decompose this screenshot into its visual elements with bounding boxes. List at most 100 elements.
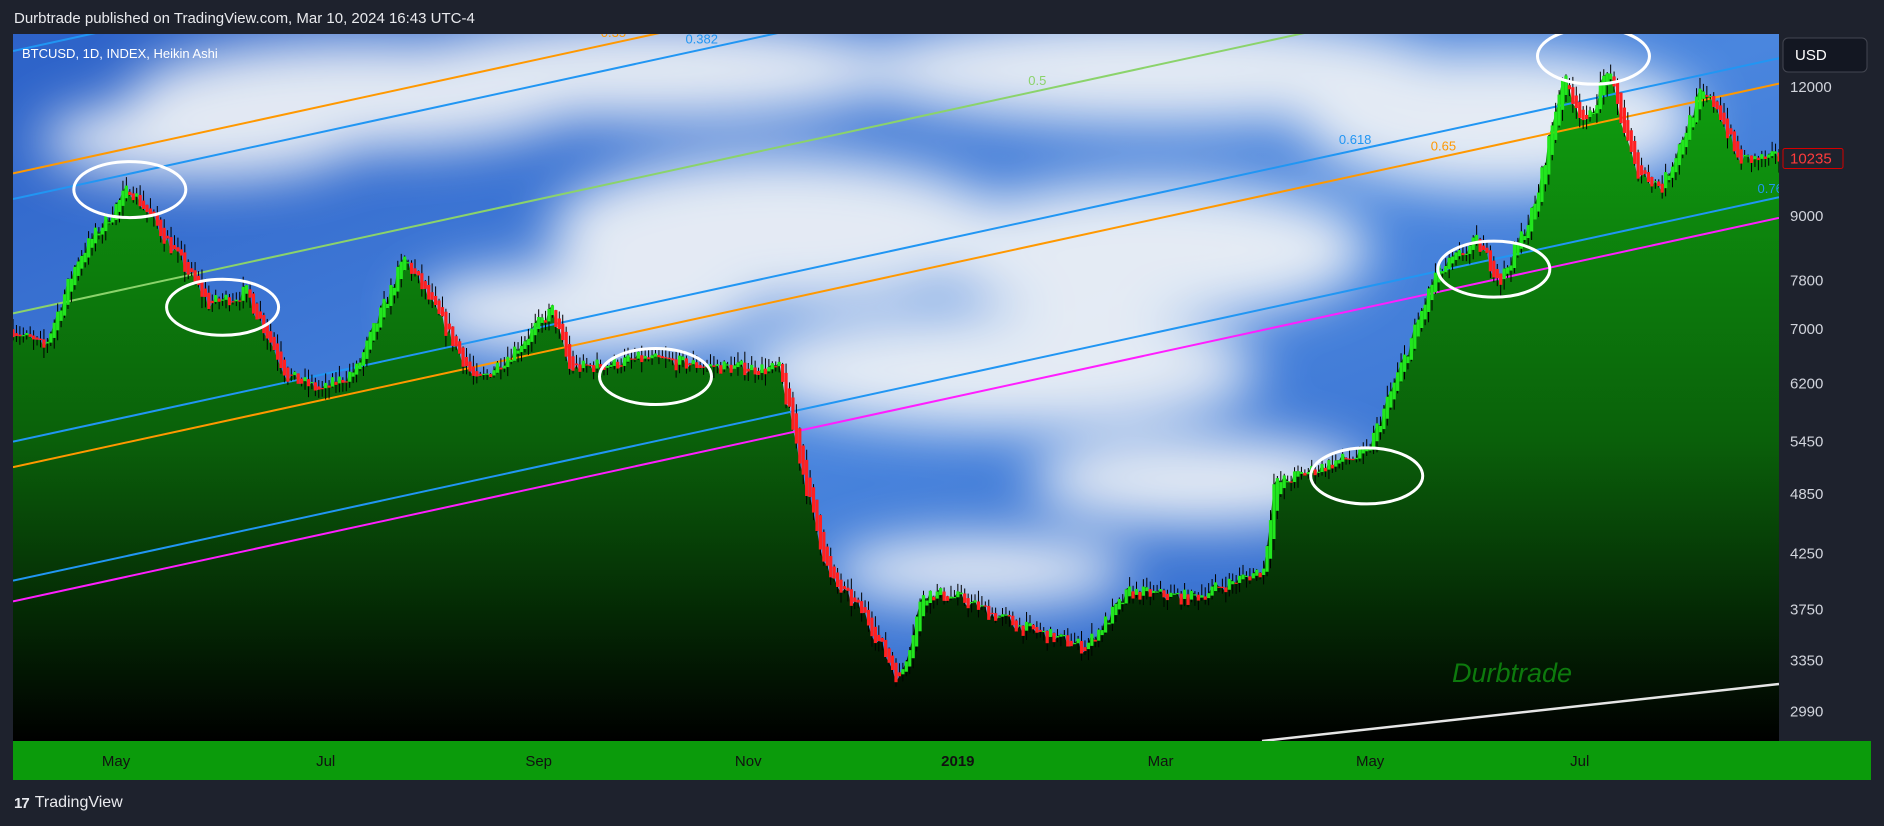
candle-body-191	[667, 357, 671, 360]
candle-body-185	[647, 357, 651, 360]
candle-body-246	[856, 599, 860, 603]
candle-body-442	[1530, 207, 1534, 232]
candle-body-473	[1636, 152, 1640, 179]
candle-body-244	[849, 589, 853, 606]
candle-body-341	[1183, 589, 1187, 600]
candle-body-55	[200, 280, 204, 297]
x-tick-label-0: May	[102, 753, 131, 770]
candle-body-44	[162, 227, 166, 244]
candle-body-220	[767, 367, 771, 372]
candle-body-88	[313, 382, 317, 391]
candle-body-106	[375, 323, 379, 332]
candle-body-275	[956, 591, 960, 598]
candle-body-404	[1399, 362, 1403, 382]
candle-body-214	[746, 368, 750, 372]
candle-body-142	[499, 367, 503, 370]
candle-body-145	[509, 359, 513, 362]
candle-body-15	[62, 294, 67, 316]
candle-body-480	[1660, 183, 1664, 193]
candle-body-178	[622, 357, 627, 366]
candle-body-8	[38, 338, 43, 341]
candle-body-241	[839, 579, 843, 593]
candle-body-0	[13, 329, 15, 338]
y-tick-label-3: 7000	[1790, 321, 1823, 338]
candle-body-374	[1296, 471, 1300, 477]
tradingview-logo[interactable]: 17 TradingView	[14, 794, 123, 812]
candle-body-174	[609, 365, 613, 367]
candle-body-105	[372, 323, 376, 341]
candle-body-261	[908, 650, 912, 667]
candle-body-345	[1196, 594, 1200, 601]
candle-body-386	[1337, 460, 1341, 464]
candle-body-96	[341, 379, 345, 383]
y-tick-label-5: 5450	[1790, 434, 1823, 451]
candle-body-435	[1505, 267, 1510, 274]
candle-body-298	[1035, 627, 1039, 633]
candle-body-226	[787, 388, 792, 407]
candle-body-511	[1767, 154, 1771, 158]
candle-body-420	[1454, 252, 1458, 260]
candle-body-122	[430, 292, 434, 300]
candle-body-504	[1743, 154, 1747, 157]
candle-body-509	[1760, 154, 1764, 159]
candle-body-204	[712, 365, 716, 367]
candle-body-17	[69, 278, 74, 292]
candle-body-230	[801, 445, 805, 475]
candle-body-468	[1619, 92, 1623, 124]
candle-body-168	[588, 364, 592, 367]
candle-body-127	[447, 323, 451, 330]
candle-body-352	[1220, 586, 1225, 589]
candle-body-93	[330, 377, 335, 387]
candle-body-248	[863, 607, 867, 613]
candle-body-344	[1193, 594, 1197, 596]
candle-body-121	[427, 284, 431, 300]
candle-body-477	[1650, 177, 1654, 187]
candle-body-189	[660, 356, 664, 359]
tradingview-brand: TradingView	[34, 794, 123, 811]
candle-body-293	[1018, 625, 1022, 627]
candle-body-6	[32, 335, 36, 340]
candle-body-264	[918, 601, 922, 632]
candle-body-402	[1392, 382, 1396, 400]
candle-body-163	[571, 356, 575, 371]
candle-body-462	[1598, 81, 1602, 110]
candle-body-371	[1286, 481, 1290, 483]
candle-body-270	[939, 588, 943, 596]
candle-body-92	[327, 385, 331, 388]
candle-body-502	[1736, 141, 1740, 158]
candle-body-128	[451, 326, 455, 347]
candle-body-448	[1550, 125, 1554, 155]
candle-body-423	[1464, 253, 1468, 255]
candle-body-51	[186, 262, 190, 275]
candle-body-380	[1317, 471, 1321, 473]
candle-body-276	[959, 592, 963, 595]
candle-body-153	[537, 317, 541, 329]
candle-body-66	[238, 300, 242, 302]
candle-body-184	[643, 355, 647, 359]
candle-body-433	[1499, 273, 1503, 285]
candle-body-13	[56, 311, 60, 331]
candle-body-143	[502, 365, 506, 369]
candle-body-134	[471, 366, 475, 376]
candle-body-14	[59, 310, 63, 321]
candle-body-413	[1430, 284, 1434, 301]
candle-body-497	[1718, 105, 1723, 121]
candle-body-307	[1066, 635, 1070, 647]
candle-body-481	[1664, 172, 1668, 189]
candle-body-449	[1554, 111, 1558, 140]
candle-body-28	[107, 222, 111, 224]
candle-body-418	[1447, 257, 1451, 270]
candle-body-325	[1128, 586, 1132, 597]
candle-body-63	[227, 297, 232, 306]
candle-body-98	[348, 371, 352, 382]
candle-body-489	[1691, 117, 1695, 128]
candle-body-137	[482, 373, 486, 376]
candle-body-232	[808, 477, 812, 498]
candle-body-160	[561, 323, 565, 341]
candle-body-326	[1131, 591, 1135, 599]
candle-body-457	[1581, 109, 1585, 121]
candle-body-229	[798, 428, 802, 464]
candle-body-89	[317, 386, 321, 390]
candle-body-206	[719, 365, 723, 374]
candle-body-198	[691, 360, 695, 365]
